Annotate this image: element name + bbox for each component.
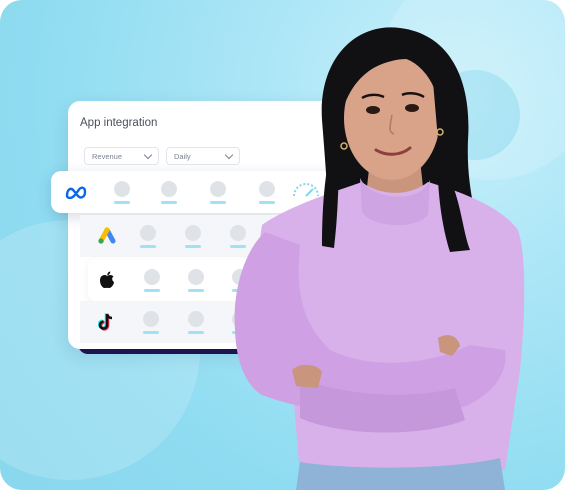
person-photo xyxy=(234,27,525,490)
hero-banner: App integration Revenue Daily xyxy=(0,0,565,490)
